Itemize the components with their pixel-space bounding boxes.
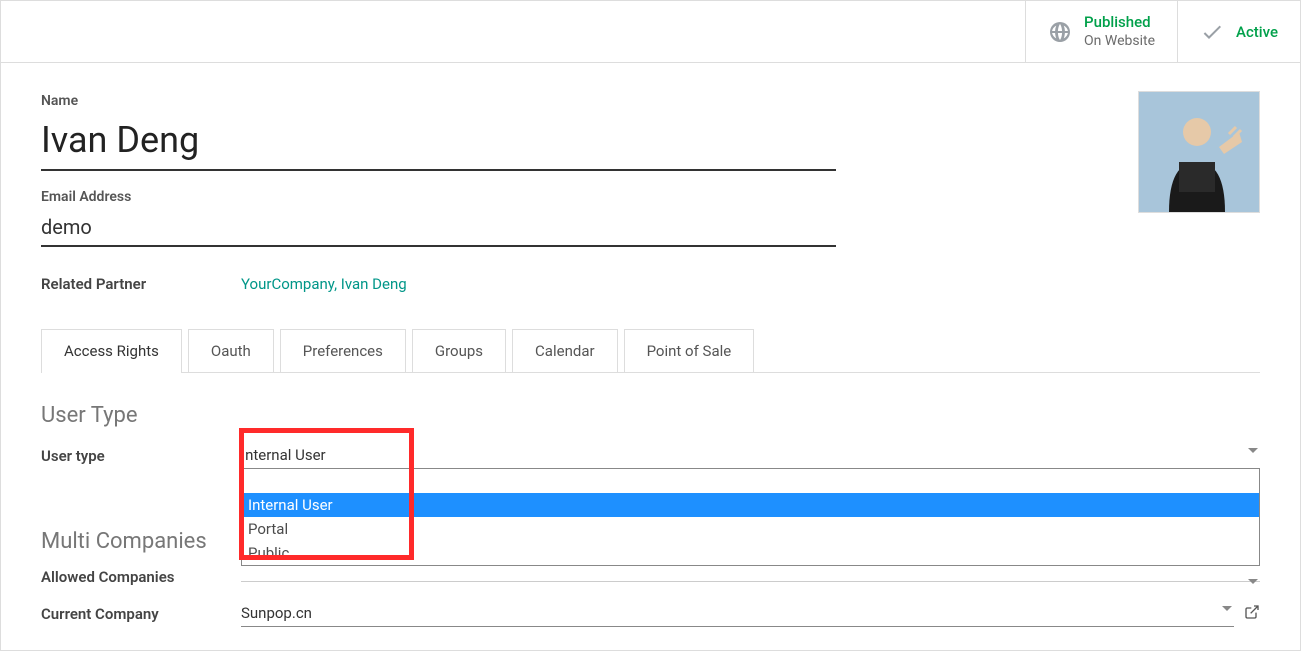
allowed-companies-label: Allowed Companies	[41, 568, 241, 586]
user-type-row: User type Internal User Internal User Po…	[41, 442, 1260, 469]
tab-calendar[interactable]: Calendar	[512, 329, 618, 372]
tab-preferences[interactable]: Preferences	[280, 329, 406, 372]
user-type-section-title: User Type	[41, 403, 1260, 428]
current-company-select[interactable]: Sunpop.cn	[241, 600, 1234, 627]
user-form-container: Published On Website Active Name Em	[0, 0, 1301, 651]
user-type-label: User type	[41, 447, 241, 465]
external-link-icon[interactable]	[1244, 604, 1260, 624]
dropdown-option-portal[interactable]: Portal	[242, 517, 1259, 541]
tab-access-rights[interactable]: Access Rights	[41, 329, 182, 372]
published-sub-label: On Website	[1084, 32, 1155, 50]
globe-icon	[1048, 20, 1072, 44]
active-status-button[interactable]: Active	[1177, 1, 1300, 62]
dropdown-blank-option[interactable]	[242, 469, 1259, 493]
current-company-label: Current Company	[41, 605, 241, 623]
dropdown-option-public[interactable]: Public	[242, 541, 1259, 565]
name-input[interactable]	[41, 115, 836, 171]
form-content: Name Email Address Related Partner YourC…	[1, 63, 1300, 651]
check-icon	[1200, 20, 1224, 44]
user-type-selected-value: Internal User	[241, 446, 326, 464]
related-partner-link[interactable]: YourCompany, Ivan Deng	[241, 275, 407, 293]
chevron-down-icon	[1222, 606, 1232, 611]
chevron-down-icon	[1248, 579, 1258, 584]
email-input[interactable]	[41, 211, 836, 247]
published-main-label: Published	[1084, 13, 1155, 33]
dropdown-option-internal[interactable]: Internal User	[242, 493, 1259, 517]
avatar-image	[1139, 92, 1259, 212]
published-text: Published On Website	[1084, 13, 1155, 51]
name-field: Name	[41, 93, 1260, 171]
allowed-companies-select[interactable]	[241, 573, 1260, 582]
tab-groups[interactable]: Groups	[412, 329, 506, 372]
user-type-dropdown: Internal User Portal Public	[241, 468, 1260, 566]
status-bar: Published On Website Active	[1, 1, 1300, 63]
active-label: Active	[1236, 23, 1278, 41]
current-company-value: Sunpop.cn	[241, 604, 312, 622]
related-partner-row: Related Partner YourCompany, Ivan Deng	[41, 275, 1260, 293]
tab-pos[interactable]: Point of Sale	[624, 329, 755, 372]
chevron-down-icon	[1248, 448, 1258, 453]
name-label: Name	[41, 93, 1260, 109]
published-status-button[interactable]: Published On Website	[1025, 1, 1177, 62]
related-partner-label: Related Partner	[41, 275, 241, 293]
email-field: Email Address	[41, 189, 1260, 247]
current-company-row: Current Company Sunpop.cn	[41, 600, 1260, 627]
email-label: Email Address	[41, 189, 1260, 205]
tabs: Access Rights Oauth Preferences Groups C…	[41, 329, 1260, 373]
allowed-companies-row: Allowed Companies	[41, 568, 1260, 586]
tab-oauth[interactable]: Oauth	[188, 329, 274, 372]
user-type-select[interactable]: Internal User Internal User Portal Publi…	[241, 442, 1260, 469]
avatar[interactable]	[1138, 91, 1260, 213]
